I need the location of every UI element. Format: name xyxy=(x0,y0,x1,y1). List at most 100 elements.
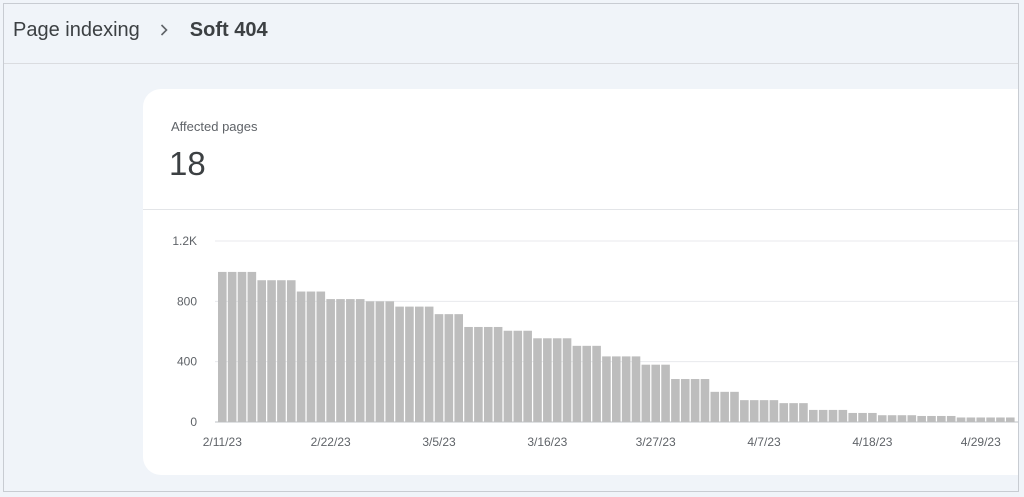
bar-2/20/23[interactable] xyxy=(306,291,316,422)
bar-3/26/23[interactable] xyxy=(641,364,651,422)
bar-2/19/23[interactable] xyxy=(296,291,306,422)
bar-4/23/23[interactable] xyxy=(917,415,926,422)
bar-2/21/23[interactable] xyxy=(316,291,326,422)
bar-2/14/23[interactable] xyxy=(247,271,257,422)
bar-4/2/23[interactable] xyxy=(710,391,720,422)
bar-3/11/23[interactable] xyxy=(493,326,503,422)
bar-2/24/23[interactable] xyxy=(346,299,355,422)
bar-4/16/23[interactable] xyxy=(848,412,857,422)
bar-4/20/23[interactable] xyxy=(887,415,897,422)
bar-2/12/23[interactable] xyxy=(227,271,237,422)
bar-4/12/23[interactable] xyxy=(809,409,818,422)
bar-4/28/23[interactable] xyxy=(966,417,976,422)
bar-3/9/23[interactable] xyxy=(474,326,483,422)
affected-pages-card: Affected pages 18 0 400 800 1.2K 2/11/23 2/22… xyxy=(143,89,1018,475)
bar-3/14/23[interactable] xyxy=(523,330,532,422)
bar-3/28/23[interactable] xyxy=(661,364,670,422)
x-tick-label: 4/29/23 xyxy=(961,435,1001,449)
bar-2/11/23[interactable] xyxy=(218,271,227,422)
bar-2/18/23[interactable] xyxy=(286,280,296,422)
bar-3/21/23[interactable] xyxy=(592,345,601,422)
bar-4/18/23[interactable] xyxy=(868,412,877,422)
bar-3/30/23[interactable] xyxy=(680,379,690,422)
bar-3/6/23[interactable] xyxy=(444,314,454,422)
y-tick-label: 1.2K xyxy=(172,234,197,248)
bar-2/25/23[interactable] xyxy=(355,299,365,422)
bar-4/6/23[interactable] xyxy=(749,400,759,422)
bar-4/27/23[interactable] xyxy=(956,417,966,422)
bar-4/30/23[interactable] xyxy=(986,417,995,422)
x-tick-label: 4/7/23 xyxy=(747,435,781,449)
bar-3/22/23[interactable] xyxy=(602,356,611,422)
x-tick-label: 3/27/23 xyxy=(636,435,676,449)
x-tick-label: 2/22/23 xyxy=(311,435,351,449)
bar-4/4/23[interactable] xyxy=(730,391,739,422)
bar-4/29/23[interactable] xyxy=(976,417,986,422)
x-tick-label: 4/18/23 xyxy=(852,435,892,449)
bar-3/3/23[interactable] xyxy=(415,306,424,422)
bar-3/13/23[interactable] xyxy=(513,330,523,422)
bar-3/25/23[interactable] xyxy=(631,356,641,422)
bar-4/21/23[interactable] xyxy=(897,415,907,422)
bar-4/5/23[interactable] xyxy=(740,400,749,422)
bar-5/2/23[interactable] xyxy=(1006,417,1015,422)
bar-3/12/23[interactable] xyxy=(503,330,513,422)
bar-4/17/23[interactable] xyxy=(858,412,867,422)
y-tick-label: 0 xyxy=(190,415,197,429)
bar-3/24/23[interactable] xyxy=(621,356,631,422)
page-title: Soft 404 xyxy=(189,18,268,41)
x-tick-label: 2/11/23 xyxy=(203,435,242,449)
bar-3/5/23[interactable] xyxy=(434,314,444,422)
x-tick-label: 3/5/23 xyxy=(422,435,456,449)
bar-4/26/23[interactable] xyxy=(946,415,956,422)
y-tick-label: 800 xyxy=(177,294,197,308)
bar-3/2/23[interactable] xyxy=(405,306,414,422)
bar-4/9/23[interactable] xyxy=(779,403,789,422)
breadcrumb: Page indexing Soft 404 xyxy=(13,18,268,42)
bar-3/4/23[interactable] xyxy=(424,306,434,422)
bar-3/17/23[interactable] xyxy=(552,338,562,422)
bar-3/7/23[interactable] xyxy=(454,314,463,422)
bar-4/24/23[interactable] xyxy=(927,415,936,422)
chevron-right-icon xyxy=(152,18,176,42)
bar-4/13/23[interactable] xyxy=(818,409,828,422)
bar-4/8/23[interactable] xyxy=(769,400,779,422)
bar-2/17/23[interactable] xyxy=(277,280,286,422)
bar-4/3/23[interactable] xyxy=(720,391,729,422)
bar-3/31/23[interactable] xyxy=(690,379,700,422)
bar-3/29/23[interactable] xyxy=(671,379,680,422)
x-tick-label: 3/16/23 xyxy=(527,435,567,449)
bar-3/18/23[interactable] xyxy=(562,338,572,422)
y-tick-label: 400 xyxy=(177,355,197,369)
bar-2/26/23[interactable] xyxy=(365,301,375,422)
bar-2/16/23[interactable] xyxy=(267,280,276,422)
bar-2/23/23[interactable] xyxy=(336,299,345,422)
bar-4/25/23[interactable] xyxy=(937,415,946,422)
bar-3/16/23[interactable] xyxy=(543,338,552,422)
bar-2/27/23[interactable] xyxy=(375,301,385,422)
bar-4/15/23[interactable] xyxy=(838,409,848,422)
bar-2/22/23[interactable] xyxy=(326,299,335,422)
bar-3/10/23[interactable] xyxy=(483,326,493,422)
bar-4/1/23[interactable] xyxy=(700,379,710,422)
bar-3/19/23[interactable] xyxy=(572,345,582,422)
bar-3/27/23[interactable] xyxy=(651,364,660,422)
bar-4/14/23[interactable] xyxy=(828,409,838,422)
affected-pages-chart: 0 400 800 1.2K 2/11/23 2/22/23 3/5/23 3/16/23 3/… xyxy=(172,234,1018,449)
bar-3/15/23[interactable] xyxy=(533,338,542,422)
bar-2/28/23[interactable] xyxy=(385,301,395,422)
bar-3/1/23[interactable] xyxy=(395,306,404,422)
bar-2/15/23[interactable] xyxy=(257,280,266,422)
bar-4/10/23[interactable] xyxy=(789,403,798,422)
bar-3/23/23[interactable] xyxy=(612,356,621,422)
page-header: Page indexing Soft 404 xyxy=(4,4,1018,64)
bar-4/7/23[interactable] xyxy=(759,400,769,422)
bar-4/11/23[interactable] xyxy=(799,403,808,422)
bar-4/22/23[interactable] xyxy=(907,415,917,422)
bar-4/19/23[interactable] xyxy=(877,415,887,422)
bar-3/8/23[interactable] xyxy=(464,326,473,422)
bar-2/13/23[interactable] xyxy=(237,271,247,422)
bar-3/20/23[interactable] xyxy=(582,345,592,422)
bar-5/1/23[interactable] xyxy=(996,417,1005,422)
breadcrumb-page-indexing-link[interactable]: Page indexing xyxy=(13,19,140,42)
